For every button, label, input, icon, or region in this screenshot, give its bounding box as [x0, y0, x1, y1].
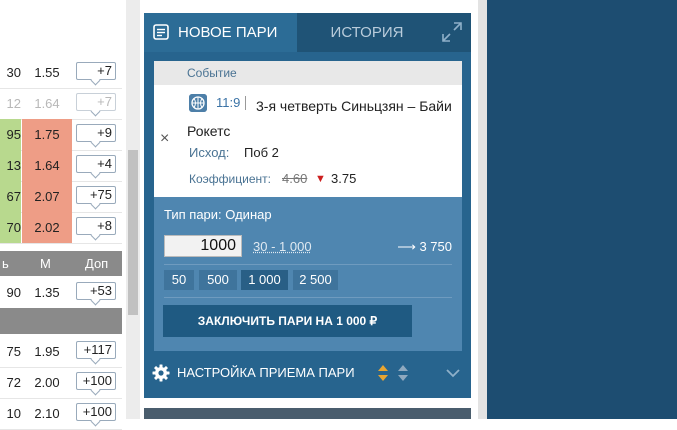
- more-markets-button[interactable]: +100: [76, 403, 116, 421]
- odds-cell[interactable]: 1.64: [22, 150, 72, 181]
- bet-slip-panel: НОВОЕ ПАРИ ИСТОРИЯ Событие × 11:9 3-я че…: [144, 13, 471, 398]
- sort-arrows-icon[interactable]: [378, 364, 388, 382]
- chevron-down-icon[interactable]: [446, 366, 460, 380]
- odds-row: 30 1.55 +7: [0, 57, 122, 89]
- event-name: 3-я четверть Синьцзян – Байи Рокетс: [187, 94, 457, 144]
- odds-cell: 70: [0, 212, 21, 243]
- scrollbar-thumb[interactable]: [128, 150, 138, 315]
- more-markets-button[interactable]: +75: [76, 186, 116, 204]
- next-panel-edge: [144, 408, 471, 419]
- potential-payout: ⟶ 3 750: [397, 238, 452, 256]
- quick-stake-button[interactable]: 500: [199, 270, 237, 290]
- more-markets-button[interactable]: +4: [76, 155, 116, 173]
- odds-cell[interactable]: 2.02: [22, 212, 72, 243]
- odds-cell: 90: [0, 277, 21, 308]
- odds-row: 12 1.64 +7: [0, 88, 122, 120]
- outcome-label: Исход:: [189, 144, 229, 162]
- odds-cell[interactable]: 1.75: [22, 119, 72, 150]
- tab-new-bet-label: НОВОЕ ПАРИ: [178, 13, 277, 52]
- odds-cell: 75: [0, 336, 21, 367]
- odds-cell: 10: [0, 398, 21, 429]
- odds-cell: 30: [0, 57, 21, 88]
- section-divider: [0, 308, 122, 334]
- odds-cell[interactable]: 2.07: [22, 181, 72, 212]
- column-header: Доп: [85, 251, 108, 276]
- odds-table-header: ь М Доп: [0, 251, 122, 276]
- stake-range[interactable]: 30 - 1 000: [253, 238, 312, 256]
- divider: [164, 297, 452, 298]
- odds-table: 30 1.55 +7 12 1.64 +7 95 1.75 +9 13 1.64…: [0, 0, 122, 419]
- sort-arrows-icon[interactable]: [398, 364, 408, 382]
- column-header: ь: [2, 251, 9, 276]
- odds-cell[interactable]: 1.35: [22, 277, 72, 308]
- more-markets-button[interactable]: +7: [76, 93, 116, 111]
- old-coefficient: 4.60: [282, 170, 307, 188]
- quick-stake-button[interactable]: 1 000: [241, 270, 288, 290]
- quick-stake-button[interactable]: 50: [164, 270, 194, 290]
- list-icon: [153, 24, 169, 40]
- quick-stake-button[interactable]: 2 500: [293, 270, 338, 290]
- odds-cell: 12: [0, 88, 21, 119]
- coefficient-label: Коэффициент:: [189, 170, 271, 188]
- odds-row: 10 2.10 +100: [0, 398, 122, 430]
- place-bet-button[interactable]: ЗАКЛЮЧИТЬ ПАРИ НА 1 000 ₽: [163, 305, 412, 337]
- odds-row: 75 1.95 +117: [0, 336, 122, 368]
- odds-row: 90 1.35 +53: [0, 277, 122, 309]
- bet-settings-row[interactable]: НАСТРОЙКА ПРИЕМА ПАРИ: [144, 353, 471, 393]
- odds-cell[interactable]: 1.55: [22, 57, 72, 88]
- bet-form: Тип пари: Одинар 30 - 1 000 ⟶ 3 750 50 5…: [154, 197, 462, 351]
- bet-slip-tabs: НОВОЕ ПАРИ ИСТОРИЯ: [144, 13, 471, 52]
- event-header: Событие: [154, 61, 462, 85]
- odds-row: 70 2.02 +8: [0, 212, 122, 244]
- column-header: М: [40, 251, 51, 276]
- more-markets-button[interactable]: +100: [76, 372, 116, 390]
- odds-row: 67 2.07 +75: [0, 181, 122, 213]
- odds-cell[interactable]: 1.64: [22, 88, 72, 119]
- odds-cell: 13: [0, 150, 21, 181]
- divider: [164, 264, 452, 265]
- new-coefficient: 3.75: [331, 170, 356, 188]
- event-header-label: Событие: [187, 61, 237, 85]
- odds-cell[interactable]: 2.10: [22, 398, 72, 429]
- more-markets-button[interactable]: +7: [76, 62, 116, 80]
- more-markets-button[interactable]: +53: [76, 282, 116, 300]
- odds-row: 13 1.64 +4: [0, 150, 122, 182]
- tab-new-bet[interactable]: НОВОЕ ПАРИ: [144, 13, 297, 52]
- more-markets-button[interactable]: +8: [76, 217, 116, 235]
- event-card: Событие × 11:9 3-я четверть Синьцзян – Б…: [154, 61, 462, 197]
- odds-cell[interactable]: 2.00: [22, 367, 72, 398]
- odds-row: 72 2.00 +100: [0, 367, 122, 399]
- odds-cell: 72: [0, 367, 21, 398]
- bet-type: Тип пари: Одинар: [164, 206, 272, 224]
- odds-cell[interactable]: 1.95: [22, 336, 72, 367]
- odds-cell: 95: [0, 119, 21, 150]
- panel-border: [478, 0, 487, 419]
- odds-row: 95 1.75 +9: [0, 119, 122, 151]
- scrollbar[interactable]: [126, 0, 140, 419]
- more-markets-button[interactable]: +9: [76, 124, 116, 142]
- arrow-down-icon: ▼: [315, 170, 326, 188]
- gear-icon: [152, 364, 170, 382]
- odds-cell: 67: [0, 181, 21, 212]
- expand-icon[interactable]: [441, 21, 463, 43]
- stake-input[interactable]: [164, 235, 242, 257]
- bet-settings-label: НАСТРОЙКА ПРИЕМА ПАРИ: [177, 364, 355, 382]
- close-icon[interactable]: ×: [160, 131, 174, 147]
- more-markets-button[interactable]: +117: [76, 341, 116, 359]
- tab-history[interactable]: ИСТОРИЯ: [297, 13, 437, 52]
- page-background: [487, 0, 677, 419]
- outcome-value: Поб 2: [244, 144, 279, 162]
